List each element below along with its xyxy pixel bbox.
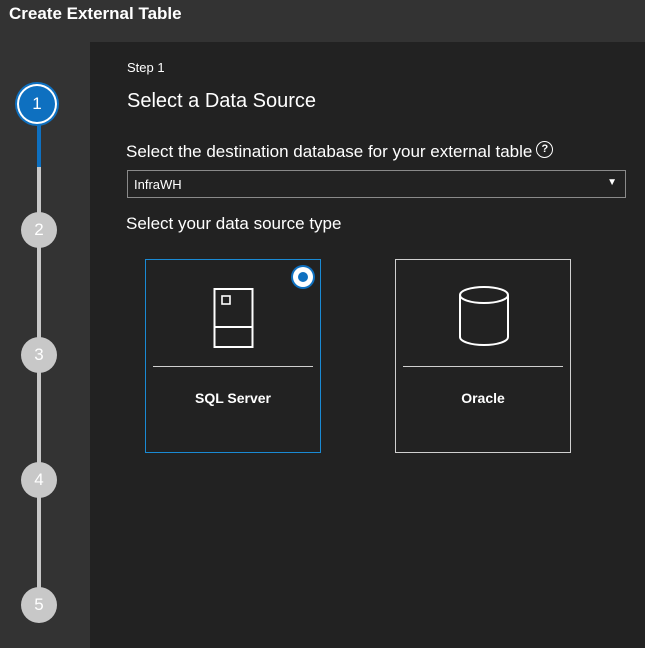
wizard-stepper: 1 2 3 4 5: [0, 42, 90, 648]
title-bar: Create External Table: [0, 0, 645, 42]
source-card-label: SQL Server: [194, 390, 271, 406]
wizard-content: Step 1 Select a Data Source Select the d…: [90, 42, 645, 648]
stepper-track: [37, 497, 41, 592]
stepper-track: [37, 167, 41, 217]
source-card-oracle[interactable]: Oracle: [395, 259, 571, 453]
database-cylinder-icon: [396, 284, 570, 350]
window-title: Create External Table: [9, 4, 182, 23]
step-5-indicator[interactable]: 5: [21, 587, 57, 623]
database-select-value: InfraWH: [134, 177, 182, 192]
step-1-indicator[interactable]: 1: [17, 84, 57, 124]
card-divider: [403, 366, 563, 367]
database-prompt: Select the destination database for your…: [126, 140, 554, 162]
database-select[interactable]: InfraWH ▼: [127, 170, 626, 198]
step-4-indicator[interactable]: 4: [21, 462, 57, 498]
stepper-track-active: [37, 122, 41, 167]
stepper-track: [37, 247, 41, 342]
source-card-sql-server[interactable]: SQL Server: [145, 259, 321, 453]
sql-server-icon: [146, 284, 320, 350]
stepper-track: [37, 372, 41, 467]
step-label: Step 1: [127, 60, 165, 75]
section-title: Select a Data Source: [127, 90, 316, 112]
chevron-down-icon: ▼: [607, 177, 617, 188]
help-icon[interactable]: ?: [536, 140, 554, 158]
step-2-indicator[interactable]: 2: [21, 212, 57, 248]
source-card-label: Oracle: [461, 390, 505, 406]
database-prompt-text: Select the destination database for your…: [126, 142, 533, 161]
source-type-prompt: Select your data source type: [126, 214, 342, 233]
card-divider: [153, 366, 313, 367]
step-3-indicator[interactable]: 3: [21, 337, 57, 373]
